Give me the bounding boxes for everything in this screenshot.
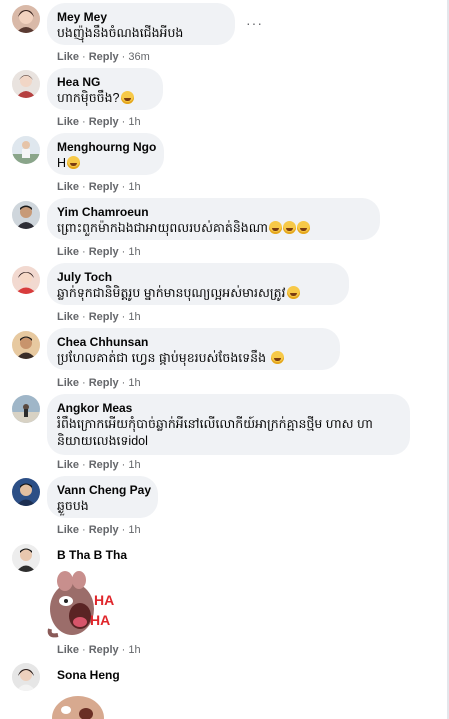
comment-time[interactable]: 1h	[128, 116, 140, 128]
comment-text: ព្រោះពួកម៉ាកឯងជាអាយុពលរបស់គាត់និងណា	[57, 220, 368, 237]
comment-time[interactable]: 36m	[128, 51, 149, 63]
comment-time[interactable]: 1h	[128, 644, 140, 656]
like-button[interactable]: Like	[57, 644, 79, 656]
comment-bubble: Chea Chhunsan ប្រហែលគាត់ជា ហ្វេន ផ្កាប់ម…	[47, 328, 340, 370]
comment-author[interactable]: B Tha B Tha	[57, 548, 127, 563]
avatar[interactable]	[12, 544, 40, 572]
avatar[interactable]	[12, 201, 40, 229]
comment-author[interactable]: Mey Mey	[57, 10, 223, 25]
reply-button[interactable]: Reply	[89, 524, 119, 536]
reply-button[interactable]: Reply	[89, 377, 119, 389]
like-button[interactable]: Like	[57, 116, 79, 128]
comment-bubble: Vann Cheng Pay ឆ្ងួចបង	[47, 476, 158, 518]
like-button[interactable]: Like	[57, 311, 79, 323]
sticker[interactable]	[50, 694, 110, 719]
like-button[interactable]: Like	[57, 524, 79, 536]
like-button[interactable]: Like	[57, 459, 79, 471]
comment-actions: Like · Reply · 1h	[57, 459, 141, 471]
laughing-emoji-icon	[268, 221, 282, 234]
laughing-emoji-icon	[286, 286, 300, 299]
comment-text: ឆ្លាក់ទុកជានិមិត្តរូប ម្នាក់មានបុណ្យល្អអ…	[57, 285, 337, 302]
avatar[interactable]	[12, 70, 40, 98]
reply-button[interactable]: Reply	[89, 311, 119, 323]
reply-button[interactable]: Reply	[89, 246, 119, 258]
like-button[interactable]: Like	[57, 51, 79, 63]
comment-author[interactable]: July Toch	[57, 270, 337, 285]
comment-actions: Like · Reply · 1h	[57, 246, 141, 258]
comment-time[interactable]: 1h	[128, 246, 140, 258]
avatar[interactable]	[12, 5, 40, 33]
avatar[interactable]	[12, 478, 40, 506]
comment-time[interactable]: 1h	[128, 524, 140, 536]
comment-bubble: Hea NG ហាកម៉ិចចឹង?	[47, 68, 163, 110]
reply-button[interactable]: Reply	[89, 51, 119, 63]
comment-bubble: July Toch ឆ្លាក់ទុកជានិមិត្តរូប ម្នាក់មា…	[47, 263, 349, 305]
comment-actions: Like · Reply · 1h	[57, 311, 141, 323]
comment-author[interactable]: Menghourng Ngo	[57, 140, 156, 155]
comment-bubble: Mey Mey បងញ៉ុងនឹងចំណងជើងអីបង	[47, 3, 235, 45]
laughing-emoji-icon	[296, 221, 310, 234]
comment-author[interactable]: Angkor Meas	[57, 401, 398, 416]
avatar[interactable]	[12, 331, 40, 359]
comment-bubble: Angkor Meas រំពឹងក្រោកអើយកុំបាច់ឆ្លាក់អី…	[47, 394, 410, 455]
reply-button[interactable]: Reply	[89, 644, 119, 656]
reply-button[interactable]: Reply	[89, 459, 119, 471]
reply-button[interactable]: Reply	[89, 181, 119, 193]
comment-time[interactable]: 1h	[128, 181, 140, 193]
sticker[interactable]: HA HA	[46, 571, 118, 641]
comment-time[interactable]: 1h	[128, 311, 140, 323]
more-options-icon[interactable]: ···	[246, 16, 263, 30]
like-button[interactable]: Like	[57, 246, 79, 258]
comment-bubble: Menghourng Ngo H	[47, 133, 164, 175]
comment-author[interactable]: Vann Cheng Pay	[57, 483, 151, 498]
comment-time[interactable]: 1h	[128, 377, 140, 389]
comment-text: ហាកម៉ិចចឹង?	[57, 90, 151, 107]
laughing-emoji-icon	[282, 221, 296, 234]
comment-actions: Like · Reply · 1h	[57, 181, 141, 193]
comment-time[interactable]: 1h	[128, 459, 140, 471]
comment-actions: Like · Reply · 1h	[57, 644, 141, 656]
avatar[interactable]	[12, 266, 40, 294]
laughing-emoji-icon	[270, 351, 284, 364]
comment-actions: Like · Reply · 1h	[57, 377, 141, 389]
comment-text: ឆ្ងួចបង	[57, 499, 89, 513]
comment-text: H	[57, 155, 152, 172]
comment-actions: Like · Reply · 1h	[57, 524, 141, 536]
comment-text: ប្រហែលគាត់ជា ហ្វេន ផ្កាប់មុខរបស់ចែងទេនឹង	[57, 350, 328, 367]
avatar[interactable]	[12, 136, 40, 164]
comment-text: បងញ៉ុងនឹងចំណងជើងអីបង	[57, 26, 184, 40]
reply-button[interactable]: Reply	[89, 116, 119, 128]
avatar[interactable]	[12, 663, 40, 691]
comment-author[interactable]: Yim Chamroeun	[57, 205, 368, 220]
comment-bubble: Yim Chamroeun ព្រោះពួកម៉ាកឯងជាអាយុពលរបស់…	[47, 198, 380, 240]
like-button[interactable]: Like	[57, 377, 79, 389]
sticker-creature-icon	[52, 696, 104, 719]
like-button[interactable]: Like	[57, 181, 79, 193]
laughing-emoji-icon	[120, 91, 134, 104]
comment-actions: Like · Reply · 1h	[57, 116, 141, 128]
comment-author[interactable]: Chea Chhunsan	[57, 335, 328, 350]
comment-actions: Like · Reply · 36m	[57, 51, 150, 63]
comment-author[interactable]: Sona Heng	[57, 668, 120, 683]
comment-author[interactable]: Hea NG	[57, 75, 151, 90]
laughing-emoji-icon	[67, 156, 81, 169]
comment-text: រំពឹងក្រោកអើយកុំបាច់ឆ្លាក់អីនៅលើលោកីយ៍អា…	[57, 417, 373, 448]
laughing-creature-sticker-icon: HA HA	[47, 571, 114, 638]
avatar[interactable]	[12, 395, 40, 423]
